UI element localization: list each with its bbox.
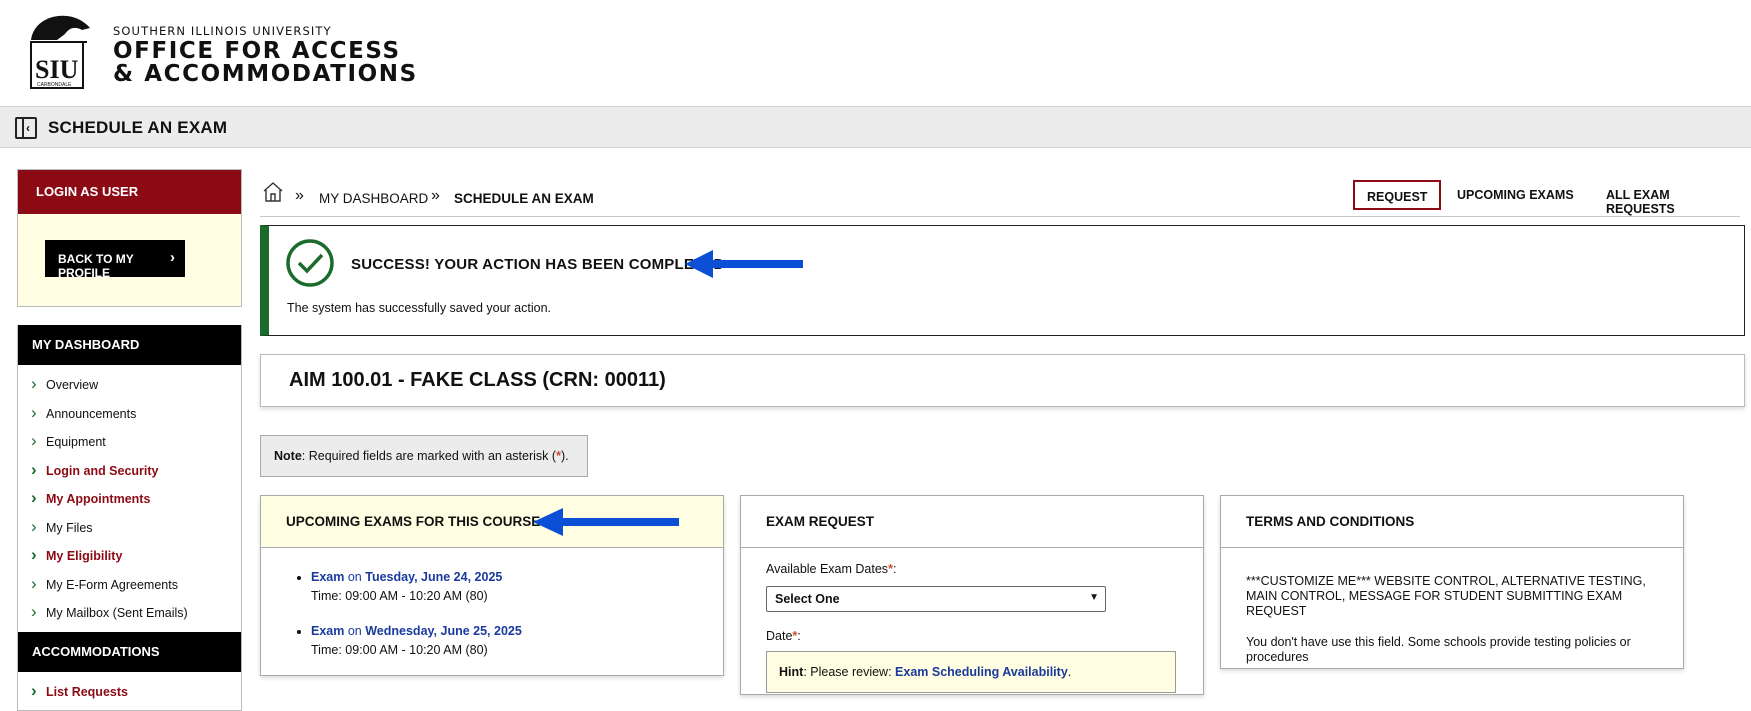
sidebar-item-mailbox[interactable]: My Mailbox (Sent Emails) [18,599,241,628]
exam-link[interactable]: Exam [311,570,344,584]
office-logo-text: SOUTHERN ILLINOIS UNIVERSITY OFFICE FOR … [113,24,418,86]
sidebar-item-list-requests[interactable]: List Requests [18,678,241,707]
office-name-line2: & ACCOMMODATIONS [113,61,418,87]
breadcrumb-dashboard-link[interactable]: MY DASHBOARD [319,191,428,206]
svg-text:SIU: SIU [35,55,79,84]
success-title: SUCCESS! YOUR ACTION HAS BEEN COMPLETED [351,256,725,273]
terms-panel: TERMS AND CONDITIONS ***CUSTOMIZE ME*** … [1220,495,1684,669]
svg-text:CARBONDALE: CARBONDALE [37,82,72,88]
available-dates-label: Available Exam Dates*: [766,562,897,576]
university-name: SOUTHERN ILLINOIS UNIVERSITY [113,24,332,38]
page-title: SCHEDULE AN EXAM [48,118,228,137]
upcoming-exams-list: Exam on Tuesday, June 24, 2025 Time: 09:… [261,548,723,660]
terms-text: ***CUSTOMIZE ME*** WEBSITE CONTROL, ALTE… [1246,574,1646,664]
back-to-profile-label: BACK TO MY PROFILE [58,252,134,280]
exam-scheduling-availability-link[interactable]: Exam Scheduling Availability [895,665,1068,679]
page-titlebar: ‹ SCHEDULE AN EXAM [0,106,1751,148]
sidebar-item-my-files[interactable]: My Files [18,514,241,543]
exam-time: Time: 09:00 AM - 10:20 AM (80) [311,589,488,603]
site-header: SIU CARBONDALE SOUTHERN ILLINOIS UNIVERS… [0,0,1751,106]
back-to-profile-button[interactable]: BACK TO MY PROFILE › [45,240,185,280]
tab-upcoming-exams[interactable]: UPCOMING EXAMS [1445,180,1586,210]
sidebar-item-login-security[interactable]: Login and Security [18,457,241,486]
breadcrumb-current: SCHEDULE AN EXAM [454,191,594,206]
breadcrumb: » MY DASHBOARD » SCHEDULE AN EXAM REQUES… [260,179,1740,217]
dashboard-menu: MY DASHBOARD Overview Announcements Equi… [17,325,242,711]
success-alert: SUCCESS! YOUR ACTION HAS BEEN COMPLETED … [260,225,1745,336]
success-message: The system has successfully saved your a… [287,301,552,315]
date-label: Date*: [766,629,801,643]
exam-date-link[interactable]: Tuesday, June 24, 2025 [365,570,502,584]
accommodations-list: List Requests [18,671,241,710]
breadcrumb-separator-icon: » [295,187,304,204]
available-dates-select[interactable]: Select One ▼ [766,586,1106,612]
dashboard-list: Overview Announcements Equipment Login a… [18,365,241,632]
breadcrumb-separator-icon: » [431,187,440,204]
upcoming-exams-header: UPCOMING EXAMS FOR THIS COURSE [261,496,723,548]
list-item: Exam on Wednesday, June 25, 2025 Time: 0… [311,622,723,660]
sidebar-item-equipment[interactable]: Equipment [18,428,241,457]
sidebar-item-my-eligibility[interactable]: My Eligibility [18,542,241,571]
required-fields-note: Note: Required fields are marked with an… [260,435,588,477]
accommodations-header: ACCOMMODATIONS [18,631,241,672]
course-title: AIM 100.01 - FAKE CLASS (CRN: 00011) [289,369,666,391]
login-as-user-header: LOGIN AS USER [18,170,241,214]
siu-saluki-logo[interactable]: SIU CARBONDALE [27,12,93,90]
course-title-box: AIM 100.01 - FAKE CLASS (CRN: 00011) [260,354,1745,407]
list-item: Exam on Tuesday, June 24, 2025 Time: 09:… [311,568,723,606]
blue-arrow-annotation-icon [533,508,679,536]
exam-request-header: EXAM REQUEST [741,496,1203,548]
terms-header: TERMS AND CONDITIONS [1221,496,1683,548]
sidebar: LOGIN AS USER BACK TO MY PROFILE › MY DA… [17,169,242,711]
blue-arrow-annotation-icon [685,250,803,278]
hint-box: Hint: Please review: Exam Scheduling Ava… [766,651,1176,693]
dashboard-header: MY DASHBOARD [18,325,241,365]
home-icon[interactable] [262,181,284,203]
login-as-user-box: LOGIN AS USER BACK TO MY PROFILE › [17,169,242,307]
sidebar-item-announcements[interactable]: Announcements [18,400,241,429]
chevron-down-icon: ▼ [1089,592,1099,603]
chevron-right-icon: › [170,249,175,266]
tab-request[interactable]: REQUEST [1353,180,1442,210]
sidebar-item-my-appointments[interactable]: My Appointments [18,485,241,514]
success-check-icon [286,239,334,287]
exam-date-link[interactable]: Wednesday, June 25, 2025 [365,624,522,638]
exam-link[interactable]: Exam [311,624,344,638]
collapse-sidebar-icon[interactable]: ‹ [15,117,37,139]
sidebar-item-eform-agreements[interactable]: My E-Form Agreements [18,571,241,600]
tab-all-exam-requests[interactable]: ALL EXAM REQUESTS [1594,180,1740,216]
upcoming-exams-panel: UPCOMING EXAMS FOR THIS COURSE Exam on T… [260,495,724,676]
office-name-line1: OFFICE FOR ACCESS [113,38,401,64]
sidebar-item-overview[interactable]: Overview [18,371,241,400]
exam-time: Time: 09:00 AM - 10:20 AM (80) [311,643,488,657]
exam-request-panel: EXAM REQUEST Available Exam Dates*: Sele… [740,495,1204,695]
